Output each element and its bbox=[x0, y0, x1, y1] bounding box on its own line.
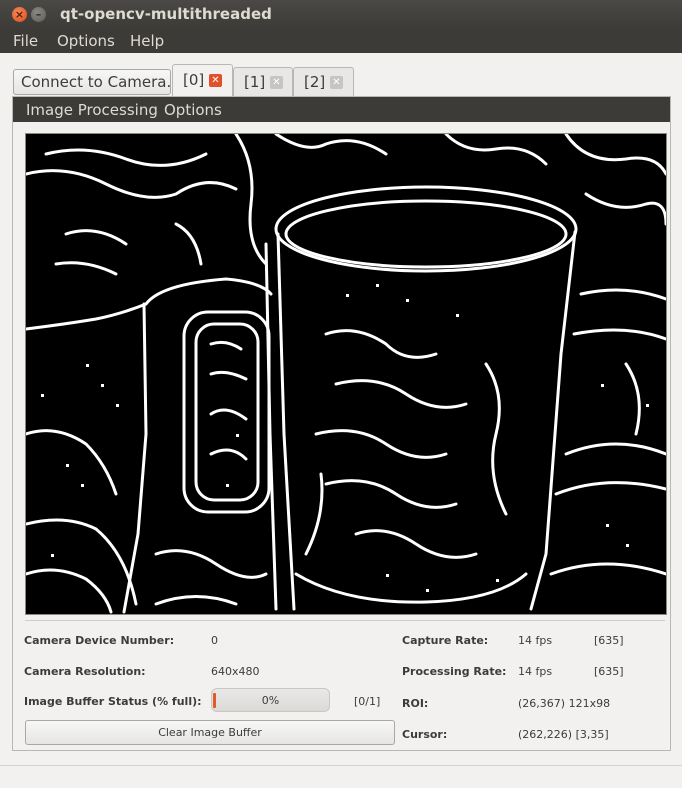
panel-menubar: Image Processing Options bbox=[13, 97, 670, 122]
tab-camera-2[interactable]: [2] ✕ bbox=[293, 67, 354, 97]
connect-to-camera-button[interactable]: Connect to Camera... bbox=[13, 69, 171, 95]
image-buffer-progress-bar: 0% bbox=[211, 688, 330, 712]
cursor-label: Cursor: bbox=[402, 728, 448, 741]
capture-rate-value: 14 fps bbox=[518, 634, 553, 647]
camera-device-number-label: Camera Device Number: bbox=[24, 634, 175, 647]
edge-detection-image bbox=[26, 134, 666, 614]
menu-image-processing[interactable]: Image Processing bbox=[26, 101, 158, 119]
close-tab-icon[interactable]: ✕ bbox=[209, 74, 222, 87]
close-window-button[interactable]: × bbox=[12, 7, 27, 22]
tab-label: [2] bbox=[304, 73, 326, 91]
camera-resolution-value: 640x480 bbox=[211, 665, 260, 678]
tab-camera-0[interactable]: [0] ✕ bbox=[172, 64, 233, 97]
camera-view-panel: Image Processing Options Camera Device N… bbox=[12, 96, 671, 751]
capture-rate-label: Capture Rate: bbox=[402, 634, 489, 647]
close-tab-icon[interactable]: ✕ bbox=[270, 76, 283, 89]
tab-label: [1] bbox=[244, 73, 266, 91]
capture-frames-value: [635] bbox=[594, 634, 624, 647]
clear-image-buffer-button[interactable]: Clear Image Buffer bbox=[25, 720, 395, 745]
tab-label: [0] bbox=[183, 71, 205, 89]
divider bbox=[25, 620, 665, 621]
camera-resolution-label: Camera Resolution: bbox=[24, 665, 146, 678]
menu-panel-options[interactable]: Options bbox=[164, 101, 222, 119]
menubar: File Options Help bbox=[0, 29, 682, 53]
processing-rate-label: Processing Rate: bbox=[402, 665, 507, 678]
roi-label: ROI: bbox=[402, 697, 429, 710]
tab-camera-1[interactable]: [1] ✕ bbox=[233, 67, 293, 97]
window-title: qt-opencv-multithreaded bbox=[60, 5, 272, 23]
menu-help[interactable]: Help bbox=[130, 32, 164, 50]
progress-text: 0% bbox=[261, 694, 280, 707]
image-buffer-status-label: Image Buffer Status (% full): bbox=[24, 695, 202, 708]
camera-frame-image[interactable] bbox=[25, 133, 667, 615]
buffer-count-value: [0/1] bbox=[354, 695, 381, 708]
status-bar bbox=[0, 765, 682, 766]
cursor-value: (262,226) [3,35] bbox=[518, 728, 609, 741]
minimize-window-button[interactable]: – bbox=[31, 7, 46, 22]
processing-rate-value: 14 fps bbox=[518, 665, 553, 678]
processing-frames-value: [635] bbox=[594, 665, 624, 678]
title-bar: × – qt-opencv-multithreaded bbox=[0, 0, 682, 29]
tab-bar: Connect to Camera... [0] ✕ [1] ✕ [2] ✕ bbox=[0, 53, 682, 97]
roi-value: (26,367) 121x98 bbox=[518, 697, 611, 710]
menu-file[interactable]: File bbox=[13, 32, 38, 50]
camera-device-number-value: 0 bbox=[211, 634, 218, 647]
close-tab-icon[interactable]: ✕ bbox=[330, 76, 343, 89]
menu-options[interactable]: Options bbox=[57, 32, 115, 50]
